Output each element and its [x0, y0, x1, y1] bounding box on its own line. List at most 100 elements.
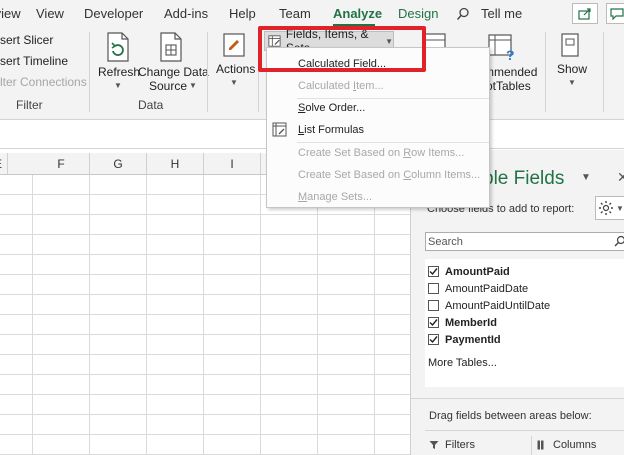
close-icon[interactable]: ✕ [617, 169, 624, 186]
svg-text:?: ? [506, 47, 515, 62]
list-formulas-icon [272, 122, 288, 141]
menu-item-solve-order[interactable]: Solve Order... [267, 97, 489, 119]
show-button[interactable]: Show [557, 62, 587, 76]
menu-item-label: Calculated Field... [298, 58, 387, 70]
field-name: AmountPaidUntilDate [445, 299, 551, 312]
change-data-source-icon[interactable] [158, 32, 184, 65]
tab-developer[interactable]: Developer [84, 6, 143, 21]
tab-add-ins[interactable]: Add-ins [164, 6, 208, 21]
divider [411, 398, 624, 399]
field-row-amountpaid[interactable]: AmountPaid [428, 263, 510, 280]
field-name: AmountPaidDate [445, 282, 529, 295]
filter-icon [429, 441, 439, 449]
field-search-box[interactable] [425, 232, 624, 251]
ribbon-tab-bar: Review View Developer Add-ins Help Team … [0, 0, 624, 28]
insert-timeline-button[interactable]: sert Timeline [0, 54, 68, 68]
group-divider [545, 32, 546, 112]
menu-item-calculated-field[interactable]: Calculated Field... [267, 53, 489, 75]
field-list-settings-button[interactable]: ▼ [595, 196, 624, 220]
field-name: AmountPaid [445, 265, 510, 278]
group-divider [603, 32, 604, 112]
chevron-down-icon[interactable]: ▼ [114, 81, 122, 90]
more-tables-link[interactable]: More Tables... [428, 357, 497, 369]
menu-item-manage-sets[interactable]: Manage Sets... [267, 186, 489, 208]
insert-slicer-button[interactable]: sert Slicer [0, 33, 53, 47]
share-button[interactable] [572, 3, 598, 24]
grid-line [146, 175, 147, 455]
pane-options-chevron-icon[interactable]: ▼ [581, 172, 591, 183]
recommended-pivottables-button[interactable]: mmended [484, 65, 537, 79]
divider [531, 436, 532, 455]
checkbox-unchecked[interactable] [428, 283, 439, 294]
data-group-label: Data [138, 98, 164, 112]
tab-design[interactable]: Design [398, 6, 438, 21]
columns-icon [537, 440, 544, 450]
lightbulb-search-icon[interactable] [456, 7, 470, 24]
chevron-down-icon[interactable]: ▼ [189, 81, 197, 90]
column-header-h[interactable]: H [147, 153, 204, 175]
tell-me-search[interactable]: Tell me [481, 6, 522, 21]
filter-group-label: Filter [16, 98, 43, 112]
filters-area[interactable]: Filters [429, 439, 475, 451]
grid-line [374, 175, 375, 455]
checkbox-unchecked[interactable] [428, 300, 439, 311]
actions-button[interactable]: Actions [216, 62, 255, 76]
filter-connections-button[interactable]: lter Connections [0, 75, 87, 89]
columns-area-label: Columns [553, 439, 597, 451]
tab-analyze[interactable]: Analyze [333, 6, 382, 21]
pane-title: ble Fields [483, 168, 565, 189]
checkbox-checked[interactable] [428, 317, 439, 328]
field-list: AmountPaid AmountPaidDate AmountPaidUnti… [425, 259, 624, 387]
search-icon[interactable] [614, 235, 624, 250]
field-search-input[interactable] [426, 233, 616, 250]
actions-icon[interactable] [222, 32, 246, 61]
fields-items-icon [268, 35, 281, 47]
drag-fields-label: Drag fields between areas below: [429, 410, 592, 422]
show-icon[interactable] [560, 32, 582, 61]
menu-item-label: Create Set Based on Column Items... [298, 169, 481, 181]
field-row-amountpaiduntildate[interactable]: AmountPaidUntilDate [428, 297, 550, 314]
menu-item-label: List Formulas [298, 124, 365, 136]
tab-team[interactable]: Team [279, 6, 311, 21]
column-header-e[interactable]: E [0, 153, 8, 175]
field-row-amountpaiddate[interactable]: AmountPaidDate [428, 280, 528, 297]
grid-line [203, 175, 204, 455]
chevron-down-icon: ▼ [385, 36, 393, 46]
tab-view[interactable]: View [36, 6, 64, 21]
grid-cells[interactable] [0, 175, 410, 455]
grid-line [89, 175, 90, 455]
change-data-source-button[interactable]: Change Data [138, 65, 209, 79]
grid-line [317, 175, 318, 455]
column-header-f[interactable]: F [33, 153, 90, 175]
columns-area[interactable]: Columns [537, 439, 596, 451]
menu-item-calculated-item[interactable]: Calculated Item... [267, 75, 489, 97]
field-name: PaymentId [445, 333, 501, 346]
fields-items-sets-menu: Calculated Field... Calculated Item... S… [266, 47, 490, 208]
group-divider [89, 32, 90, 112]
change-data-source-label: Source [149, 79, 188, 93]
refresh-button[interactable]: Refresh [98, 65, 140, 79]
checkbox-checked[interactable] [428, 266, 439, 277]
field-row-memberid[interactable]: MemberId [428, 314, 497, 331]
recommended-pivottables-label: otTables [486, 79, 531, 93]
chevron-down-icon[interactable]: ▼ [230, 78, 238, 87]
field-name: MemberId [445, 316, 497, 329]
menu-item-list-formulas[interactable]: List Formulas [267, 119, 489, 141]
menu-item-create-set-column-items[interactable]: Create Set Based on Column Items... [267, 164, 489, 186]
field-row-paymentid[interactable]: PaymentId [428, 331, 501, 348]
refresh-icon[interactable] [105, 32, 131, 65]
comment-icon [610, 7, 624, 20]
group-divider [258, 32, 259, 112]
menu-item-label: Manage Sets... [298, 191, 372, 203]
comments-button[interactable] [606, 3, 624, 24]
chevron-down-icon[interactable]: ▼ [568, 78, 576, 87]
recommended-pivottables-icon[interactable]: ? [488, 34, 518, 65]
menu-item-label: Calculated Item... [298, 80, 384, 92]
menu-item-create-set-row-items[interactable]: Create Set Based on Row Items... [267, 142, 489, 164]
tab-review[interactable]: Review [0, 6, 21, 21]
column-header-g[interactable]: G [90, 153, 147, 175]
tab-help[interactable]: Help [229, 6, 256, 21]
filters-area-label: Filters [445, 439, 475, 451]
checkbox-checked[interactable] [428, 334, 439, 345]
column-header-i[interactable]: I [204, 153, 261, 175]
